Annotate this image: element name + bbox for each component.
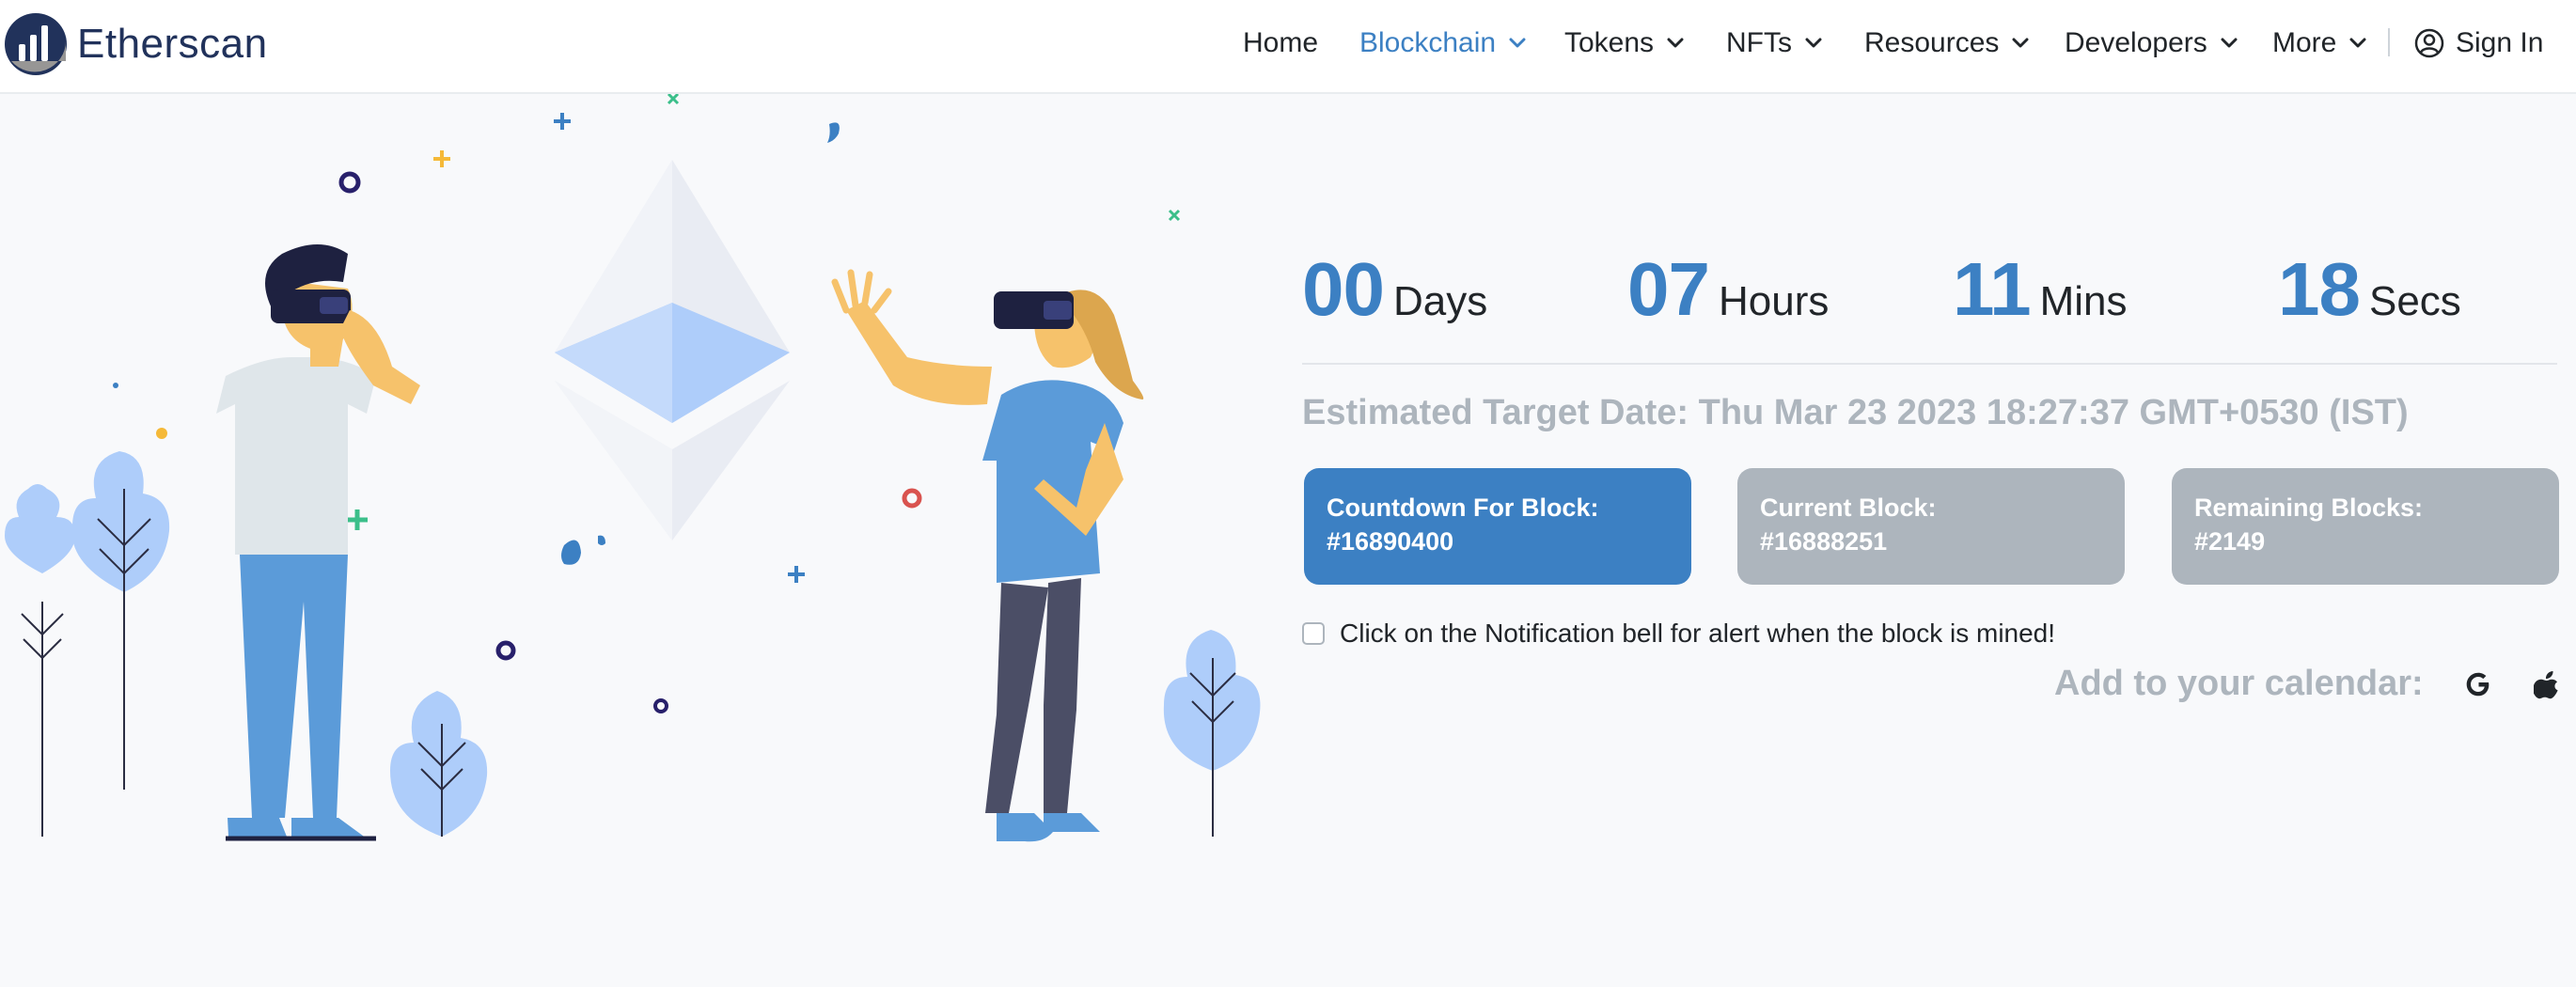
etherscan-logo[interactable]: Etherscan <box>4 11 268 77</box>
woman-with-vr-headset <box>831 269 1144 842</box>
countdown-days: 00 Days <box>1302 246 1487 333</box>
google-calendar-button[interactable] <box>2461 667 2495 701</box>
etherscan-logo-icon <box>5 13 67 75</box>
nav-more[interactable]: More <box>2272 0 2366 86</box>
google-icon <box>2466 672 2490 696</box>
nav-developers[interactable]: Developers <box>2065 0 2238 86</box>
notification-option: Click on the Notification bell for alert… <box>1302 619 2055 649</box>
days-value: 00 <box>1302 247 1385 331</box>
vr-ethereum-illustration <box>5 94 1261 842</box>
apple-calendar-button[interactable] <box>2531 667 2565 701</box>
sign-in-link[interactable]: Sign In <box>2414 0 2543 86</box>
nav-blockchain-label: Blockchain <box>1359 27 1497 58</box>
add-to-calendar: Add to your calendar: <box>2054 664 2565 704</box>
hours-label: Hours <box>1718 278 1830 324</box>
countdown-divider <box>1302 363 2557 365</box>
remaining-blocks-label: Remaining Blocks: <box>2194 494 2424 522</box>
countdown-block-value: #16890400 <box>1327 527 1454 556</box>
nav-blockchain[interactable]: Blockchain <box>1359 0 1526 86</box>
hours-value: 07 <box>1627 247 1710 331</box>
nav-resources-label: Resources <box>1864 27 2000 58</box>
countdown-secs: 18 Secs <box>2278 246 2461 333</box>
ethereum-diamond <box>555 160 790 540</box>
secs-value: 18 <box>2278 247 2361 331</box>
nav-nfts-label: NFTs <box>1726 27 1792 58</box>
countdown-timer: 00 Days 07 Hours 11 Mins 18 Secs <box>1302 246 2557 333</box>
current-block-label: Current Block: <box>1760 494 1937 522</box>
nav-tokens[interactable]: Tokens <box>1564 0 1684 86</box>
days-label: Days <box>1392 278 1488 324</box>
nav-divider <box>2388 28 2390 56</box>
nav-tokens-label: Tokens <box>1564 27 1655 58</box>
countdown-block-card: Countdown For Block: #16890400 <box>1304 468 1691 585</box>
notification-checkbox[interactable] <box>1302 622 1325 645</box>
nav-home-label: Home <box>1243 27 1319 58</box>
countdown-mins: 11 Mins <box>1953 246 2127 333</box>
sign-in-label: Sign In <box>2456 27 2544 58</box>
nav-resources[interactable]: Resources <box>1864 0 2029 86</box>
nav-home[interactable]: Home <box>1243 0 1318 86</box>
chevron-down-icon <box>1667 38 1684 48</box>
current-block-card: Current Block: #16888251 <box>1737 468 2125 585</box>
chevron-down-icon <box>2012 38 2029 48</box>
notification-label: Click on the Notification bell for alert… <box>1340 619 2056 648</box>
chevron-down-icon <box>2221 38 2238 48</box>
mins-value: 11 <box>1953 247 2032 331</box>
calendar-label: Add to your calendar: <box>2054 664 2424 703</box>
chevron-down-icon <box>2349 38 2366 48</box>
chevron-down-icon <box>1509 38 1526 48</box>
nav-more-label: More <box>2272 27 2337 58</box>
apple-icon <box>2533 670 2558 698</box>
secs-label: Secs <box>2368 278 2461 324</box>
chevron-down-icon <box>1805 38 1822 48</box>
user-circle-icon <box>2414 28 2444 58</box>
brand-name: Etherscan <box>77 21 268 67</box>
current-block-value: #16888251 <box>1760 527 1888 556</box>
countdown-hours: 07 Hours <box>1627 246 1829 333</box>
remaining-blocks-value: #2149 <box>2194 527 2266 556</box>
estimated-target-date: Estimated Target Date: Thu Mar 23 2023 1… <box>1302 393 2409 432</box>
remaining-blocks-card: Remaining Blocks: #2149 <box>2172 468 2559 585</box>
site-header: Etherscan Home Blockchain Tokens NFTs Re… <box>0 0 2576 94</box>
nav-nfts[interactable]: NFTs <box>1726 0 1822 86</box>
man-with-vr-headset <box>216 244 420 841</box>
mins-label: Mins <box>2039 278 2128 324</box>
nav-developers-label: Developers <box>2065 27 2207 58</box>
countdown-block-label: Countdown For Block: <box>1327 494 1599 522</box>
